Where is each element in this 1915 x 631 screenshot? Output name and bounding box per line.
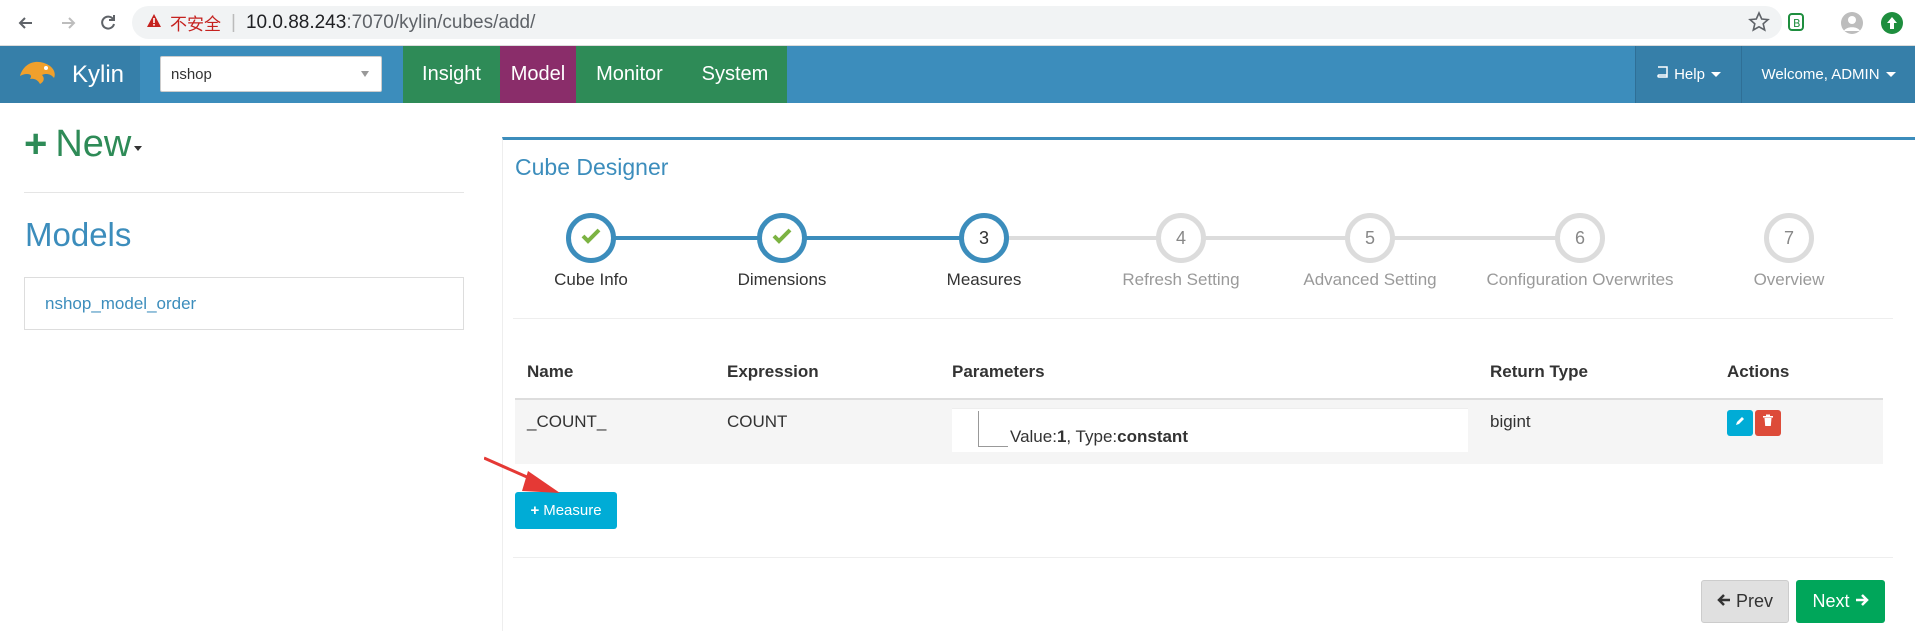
chevron-down-icon [134,146,143,151]
divider [24,192,464,193]
param-value-label: Value: [1010,427,1057,446]
step-1-label: Cube Info [554,270,628,289]
address-separator: | [231,11,236,33]
arrow-left-icon [1717,591,1731,612]
column-header-expression: Expression [727,362,819,381]
model-item[interactable]: nshop_model_order [24,277,464,330]
step-remaining-line [993,236,1563,240]
kylin-logo-icon [16,54,60,95]
reload-icon[interactable] [96,11,120,35]
cube-designer-panel: Cube Designer Cube Info Dimensions 3 Mea… [502,137,1915,631]
browser-toolbar: 不安全 | 10.0.88.243 :7070/kylin/cubes/add/… [0,0,1915,46]
project-select-value: nshop [171,65,212,83]
column-header-parameters: Parameters [952,362,1045,381]
step-7-number: 7 [1783,227,1794,248]
step-7-circle[interactable]: 7 [1764,213,1814,263]
param-value: 1 [1056,427,1067,446]
security-label: 不安全 [170,15,221,34]
url-host: 10.0.88.243 [245,11,347,33]
svg-text:B: B [1793,17,1801,30]
brand[interactable]: Kylin [0,46,140,103]
column-header-actions: Actions [1727,362,1790,381]
profile-avatar-icon[interactable] [1840,11,1864,40]
nav-tabs: Insight Model Monitor System [403,46,787,103]
models-title: Models [25,216,132,253]
param-type-label: , Type: [1066,427,1118,446]
param-type: constant [1117,427,1188,446]
help-label: Help [1674,66,1705,83]
trash-icon [1762,414,1774,432]
extension-icon[interactable]: B [1785,11,1807,38]
forward-icon[interactable] [56,11,80,35]
column-header-return-type: Return Type [1490,362,1588,381]
step-3-number: 3 [978,227,989,248]
step-1-circle[interactable] [566,213,616,263]
wizard-steps: Cube Info Dimensions 3 Measures 4 Refres… [503,140,1915,340]
pencil-icon [1734,414,1746,432]
chevron-down-icon [1710,72,1721,77]
parameter-text: Value:1, Type:constant [1010,427,1188,447]
step-3-label: Measures [946,270,1022,289]
next-label: Next [1812,591,1850,611]
warning-icon [146,12,162,34]
measure-expression: COUNT [727,412,788,431]
update-icon[interactable] [1880,11,1904,40]
step-2-label: Dimensions [737,270,827,289]
new-button[interactable]: + New [24,122,143,167]
edit-measure-button[interactable] [1727,410,1753,436]
check-icon [580,227,602,250]
delete-measure-button[interactable] [1755,410,1781,436]
tab-model[interactable]: Model [500,46,576,103]
url-path: :7070/kylin/cubes/add/ [346,11,536,33]
divider [513,557,1893,558]
step-3-circle[interactable]: 3 [959,213,1009,263]
measure-name: _COUNT_ [527,412,607,431]
prev-button[interactable]: Prev [1701,580,1789,623]
help-menu[interactable]: Help [1635,46,1741,103]
book-icon [1656,66,1669,83]
step-6-number: 6 [1574,227,1585,248]
tree-connector [978,411,1008,447]
step-6-circle[interactable]: 6 [1555,213,1605,263]
prev-label: Prev [1735,591,1773,611]
divider [513,318,1893,319]
step-5-label: Advanced Setting [1303,270,1437,289]
main-navbar: Kylin nshop Insight Model Monitor System… [0,46,1915,103]
step-6-label: Configuration Overwrites [1486,270,1674,289]
navbar-spacer [804,46,1635,103]
tab-monitor[interactable]: Monitor [576,46,683,103]
step-5-number: 5 [1364,227,1375,248]
column-header-name: Name [527,362,574,381]
table-row: _COUNT_ COUNT Value:1, Type:constant big… [515,400,1883,464]
chevron-down-icon [1885,72,1896,77]
step-4-number: 4 [1175,227,1186,248]
new-label: New [55,123,132,165]
tab-insight[interactable]: Insight [403,46,500,103]
address-bar[interactable]: 不安全 | 10.0.88.243 :7070/kylin/cubes/add/ [132,6,1782,39]
welcome-label: Welcome, ADMIN [1761,66,1880,83]
bookmark-star-icon[interactable] [1748,11,1770,39]
chevron-down-icon [361,71,369,77]
annotation-arrow-icon [484,456,560,493]
next-button[interactable]: Next [1796,580,1885,623]
measure-parameters: Value:1, Type:constant [952,408,1468,452]
step-5-circle[interactable]: 5 [1345,213,1395,263]
measure-return-type: bigint [1490,412,1531,431]
back-icon[interactable] [14,11,38,35]
brand-name: Kylin [72,60,125,88]
check-icon [771,227,793,250]
user-menu[interactable]: Welcome, ADMIN [1741,46,1915,103]
tab-system[interactable]: System [683,46,787,103]
arrow-right-icon [1855,591,1869,612]
plus-icon: + [24,122,48,166]
step-4-label: Refresh Setting [1122,270,1240,289]
project-select[interactable]: nshop [160,56,382,92]
step-7-label: Overview [1753,270,1825,289]
navbar-right: Help Welcome, ADMIN [1635,46,1915,103]
step-4-circle[interactable]: 4 [1156,213,1206,263]
step-2-circle[interactable] [757,213,807,263]
